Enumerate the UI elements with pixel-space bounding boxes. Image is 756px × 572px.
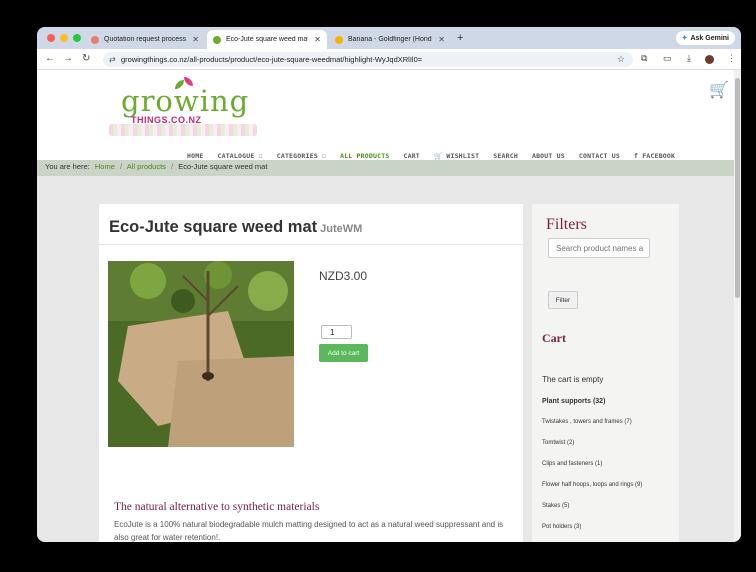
menu-item-wishlist[interactable]: 🛒 WISHLIST (434, 152, 479, 160)
close-window-button[interactable] (47, 34, 55, 42)
zoom-window-button[interactable] (73, 34, 81, 42)
site-header: growing THINGS.CO.NZ 🛒 HOME CATALOGUE ☐ CA… (37, 70, 734, 160)
ask-gemini-label: Ask Gemini (690, 34, 729, 42)
download-icon[interactable]: ⤓ (687, 53, 691, 64)
category-link[interactable]: Tomtwist (2) (542, 438, 672, 459)
product-photo-graphic (108, 261, 294, 447)
product-sku: JuteWM (320, 223, 363, 235)
url-field[interactable]: ⇄ growingthings.co.nz/all-products/produ… (103, 52, 633, 67)
window-controls (47, 34, 81, 42)
browser-tab-1[interactable]: Quotation request process o ✕ (85, 30, 205, 49)
browser-window: Quotation request process o ✕ Eco-Jute s… (37, 27, 741, 542)
menu-item-categories[interactable]: CATEGORIES ☐ (277, 152, 326, 160)
back-arrow-icon[interactable]: ← (45, 53, 55, 64)
extensions-icon[interactable]: ⧉ (641, 53, 647, 64)
scrollbar-thumb[interactable] (735, 78, 740, 298)
category-link[interactable]: Plant supports (32) (542, 397, 672, 417)
breadcrumb-separator: / (119, 162, 123, 171)
tab-favicon-icon (213, 35, 221, 44)
new-tab-button[interactable]: + (457, 32, 463, 44)
tab-title: Quotation request process o (104, 36, 187, 43)
shopping-cart-icon[interactable]: 🛒 (709, 80, 729, 100)
description-heading: The natural alternative to synthetic mat… (114, 501, 320, 513)
product-name: Eco-Jute square weed mat (109, 218, 318, 236)
bookmark-star-icon[interactable]: ☆ (617, 52, 625, 67)
menu-item-home[interactable]: HOME (187, 152, 203, 160)
menu-item-cart[interactable]: CART (403, 152, 419, 160)
address-bar-row: ← → ↻ ⇄ growingthings.co.nz/all-products… (37, 49, 741, 70)
product-search-input[interactable] (548, 238, 650, 258)
category-link[interactable]: Pot holders (3) (542, 522, 672, 542)
reading-mode-icon[interactable]: ▭ (663, 53, 672, 64)
breadcrumb-prefix: You are here: (45, 162, 90, 171)
tab-title: Eco-Jute square weed mat (226, 36, 309, 43)
logo-flowers-graphic (109, 124, 257, 136)
breadcrumb: You are here: Home / All products / Eco-… (37, 160, 734, 176)
product-description: EcoJute is a 100% natural biodegradable … (114, 520, 504, 542)
category-link[interactable]: Twistakes , towers and frames (7) (542, 417, 672, 438)
tab-close-icon[interactable]: ✕ (192, 35, 199, 44)
page-scrollbar[interactable] (734, 70, 741, 542)
breadcrumb-all-products-link[interactable]: All products (127, 162, 166, 171)
ask-gemini-button[interactable]: ✦ Ask Gemini (675, 31, 735, 45)
web-page: growing THINGS.CO.NZ 🛒 HOME CATALOGUE ☐ CA… (37, 70, 734, 542)
menu-dots-icon[interactable]: ⋮ (727, 53, 736, 64)
url-text: growingthings.co.nz/all-products/product… (121, 55, 423, 64)
tab-close-icon[interactable]: ✕ (438, 35, 445, 44)
site-logo[interactable]: growing THINGS.CO.NZ (109, 73, 259, 138)
filters-heading: Filters (546, 216, 587, 233)
title-divider (99, 244, 523, 245)
forward-arrow-icon[interactable]: → (63, 53, 73, 64)
product-image[interactable] (108, 261, 294, 447)
category-list: Plant supports (32) Twistakes , towers an… (542, 397, 672, 542)
tab-favicon-icon (91, 35, 99, 44)
add-to-cart-button[interactable]: Add to cart (319, 344, 368, 362)
browser-tab-3[interactable]: Banana - Goldfinger (Hondu ✕ (329, 30, 451, 49)
profile-avatar[interactable] (705, 55, 714, 64)
site-info-icon[interactable]: ⇄ (109, 52, 116, 67)
tab-title: Banana - Goldfinger (Hondu (348, 36, 433, 43)
menu-item-search[interactable]: SEARCH (493, 152, 518, 160)
category-link[interactable]: Clips and fasteners (1) (542, 459, 672, 480)
category-link[interactable]: Flower half hoops, loops and rings (9) (542, 480, 672, 501)
tab-favicon-icon (335, 35, 343, 44)
category-link[interactable]: Stakes (5) (542, 501, 672, 522)
sidebar: Filters Filter Cart The cart is empty Pl… (532, 204, 679, 542)
tab-close-icon[interactable]: ✕ (314, 35, 321, 44)
breadcrumb-separator: / (171, 162, 174, 171)
main-menu: HOME CATALOGUE ☐ CATEGORIES ☐ ALL PRODUCTS C… (187, 152, 675, 160)
filter-button[interactable]: Filter (548, 291, 578, 309)
browser-tab-2[interactable]: Eco-Jute square weed mat ✕ (207, 30, 327, 49)
product-title: Eco-Jute square weed mat JuteWM (109, 218, 362, 237)
cart-empty-text: The cart is empty (542, 375, 604, 384)
menu-item-about-us[interactable]: ABOUT US (532, 152, 565, 160)
reload-icon[interactable]: ↻ (82, 53, 90, 64)
menu-item-contact-us[interactable]: CONTACT US (579, 152, 620, 160)
minimize-window-button[interactable] (60, 34, 68, 42)
cart-heading: Cart (542, 331, 566, 345)
gemini-sparkle-icon: ✦ (681, 35, 688, 42)
menu-item-f-facebook[interactable]: f FACEBOOK (634, 152, 675, 160)
breadcrumb-home-link[interactable]: Home (95, 162, 115, 171)
product-card: Eco-Jute square weed mat JuteWM NZD3.00 … (99, 204, 523, 542)
menu-item-catalogue[interactable]: CATALOGUE ☐ (217, 152, 262, 160)
quantity-input[interactable] (321, 325, 352, 339)
tab-bar: Quotation request process o ✕ Eco-Jute s… (37, 27, 741, 49)
menu-item-all-products[interactable]: ALL PRODUCTS (340, 152, 389, 160)
breadcrumb-current: Eco-Jute square weed mat (178, 162, 268, 171)
logo-word: growing (121, 84, 250, 118)
product-price: NZD3.00 (319, 269, 368, 283)
